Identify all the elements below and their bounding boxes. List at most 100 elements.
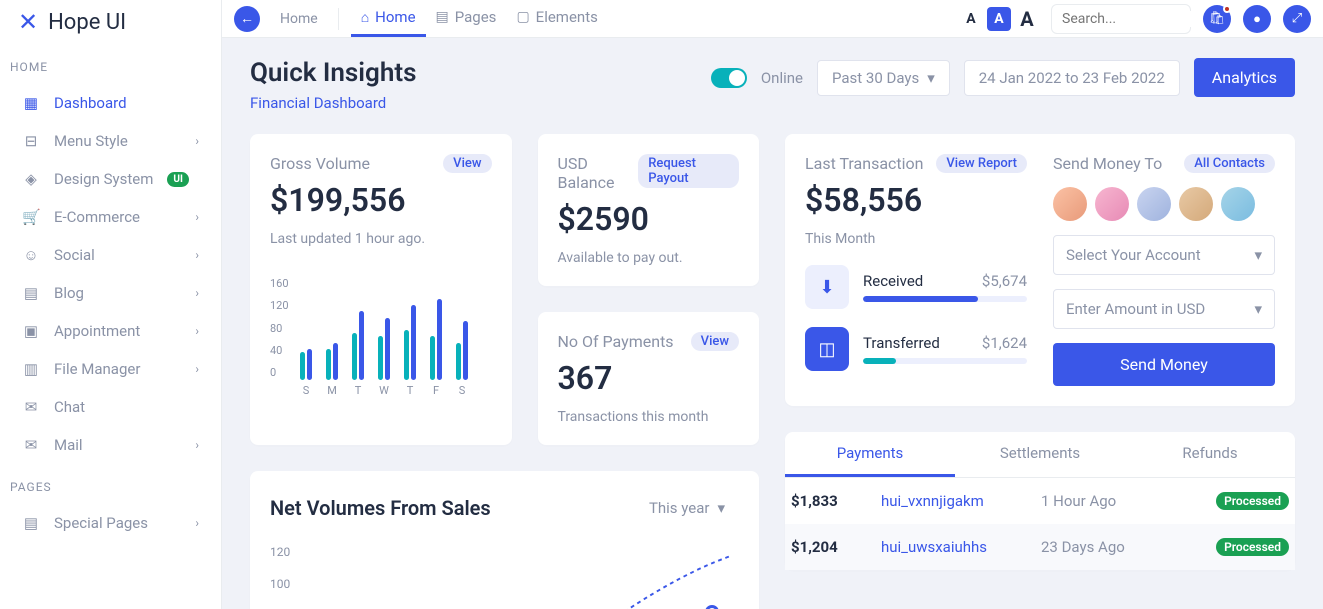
avatar[interactable] xyxy=(1221,187,1255,221)
sidebar-item-menu-style[interactable]: ⊟ Menu Style › xyxy=(0,122,221,160)
sidebar-item-appointment[interactable]: ▣Appointment› xyxy=(0,312,221,350)
contact-avatars xyxy=(1053,187,1275,221)
nav-tab-elements[interactable]: ▢Elements xyxy=(506,0,607,37)
payment-row[interactable]: $1,833hui_vxnnjigakm1 Hour AgoProcessed xyxy=(785,478,1295,524)
sidebar-item-label: Menu Style xyxy=(54,132,128,150)
font-medium-button[interactable]: A xyxy=(987,7,1011,31)
date-range-input[interactable]: 24 Jan 2022 to 23 Feb 2022 xyxy=(964,60,1180,96)
brand-icon: ✕ xyxy=(18,8,38,36)
net-period-select[interactable]: This year ▾ xyxy=(635,491,739,525)
sidebar-item-label: Mail xyxy=(54,436,83,454)
sidebar-item-file-manager[interactable]: ▥File Manager› xyxy=(0,350,221,388)
font-large-button[interactable]: A xyxy=(1015,7,1039,31)
received-value: $5,674 xyxy=(982,272,1027,290)
font-size-switcher: A A A xyxy=(959,7,1039,31)
sidebar-section-label: PAGES xyxy=(0,464,221,504)
avatar[interactable] xyxy=(1095,187,1129,221)
font-small-button[interactable]: A xyxy=(959,7,983,31)
gross-view-pill[interactable]: View xyxy=(443,154,491,173)
status-badge: Processed xyxy=(1216,492,1289,510)
avatar[interactable] xyxy=(1137,187,1171,221)
sidebar-item-social[interactable]: ☺Social› xyxy=(0,236,221,274)
page-subtitle[interactable]: Financial Dashboard xyxy=(250,94,416,112)
payments-tab-payments[interactable]: Payments xyxy=(785,432,955,477)
back-button[interactable]: ← xyxy=(234,6,260,32)
amount-select[interactable]: Enter Amount in USD▾ xyxy=(1053,289,1275,329)
payments-note: Transactions this month xyxy=(558,409,740,425)
online-label: Online xyxy=(761,69,803,87)
sidebar-item-label: Appointment xyxy=(54,322,140,340)
chevron-right-icon: › xyxy=(195,248,199,262)
sidebar-item-blog[interactable]: ▤Blog› xyxy=(0,274,221,312)
chevron-right-icon: › xyxy=(195,210,199,224)
last-trans-note: This Month xyxy=(805,231,1027,247)
account-select[interactable]: Select Your Account▾ xyxy=(1053,235,1275,275)
usd-value: $2590 xyxy=(558,200,740,238)
sidebar-item-special-pages[interactable]: ▤ Special Pages › xyxy=(0,504,221,542)
analytics-button[interactable]: Analytics xyxy=(1194,58,1295,97)
chevron-right-icon: › xyxy=(195,438,199,452)
page-title: Quick Insights xyxy=(250,58,416,88)
nav-tab-home[interactable]: ⌂Home xyxy=(351,0,426,37)
status-badge: Processed xyxy=(1216,538,1289,556)
chevron-right-icon: › xyxy=(195,134,199,148)
last-trans-value: $58,556 xyxy=(805,181,1027,219)
search-box[interactable]: ⌕ xyxy=(1051,4,1191,34)
chevron-right-icon: › xyxy=(195,324,199,338)
sidebar-item-label: Blog xyxy=(54,284,84,302)
breadcrumb[interactable]: Home xyxy=(272,11,326,27)
sidebar-section-label: HOME xyxy=(0,44,221,84)
ui-badge: UI xyxy=(167,172,189,187)
menu-icon: ▤ xyxy=(22,284,40,302)
payments-card: No Of Payments View 367 Transactions thi… xyxy=(538,312,760,445)
net-chart: 120100 xyxy=(270,545,739,609)
gross-volume-card: Gross Volume View $199,556 Last updated … xyxy=(250,134,512,445)
menu-icon: ☺ xyxy=(22,246,40,264)
chevron-down-icon: ▾ xyxy=(1254,246,1262,264)
nav-tab-pages[interactable]: ▤Pages xyxy=(426,0,507,37)
net-volumes-card: Net Volumes From Sales This year ▾ 12010… xyxy=(250,471,759,609)
online-toggle[interactable] xyxy=(711,68,747,88)
sidebar-item-design-system[interactable]: ◈Design SystemUI xyxy=(0,160,221,198)
chevron-right-icon: › xyxy=(195,516,199,530)
all-contacts-pill[interactable]: All Contacts xyxy=(1184,154,1275,173)
content: Quick Insights Financial Dashboard Onlin… xyxy=(222,38,1323,609)
menu-icon: ▤ xyxy=(22,514,40,532)
avatar[interactable] xyxy=(1179,187,1213,221)
chevron-down-icon: ▾ xyxy=(717,499,725,517)
sidebar-item-label: E-Commerce xyxy=(54,208,140,226)
download-icon: ⬇ xyxy=(805,265,849,309)
sidebar-item-mail[interactable]: ✉Mail› xyxy=(0,426,221,464)
avatar[interactable] xyxy=(1053,187,1087,221)
payment-id[interactable]: hui_uwsxaiuhhs xyxy=(881,538,1041,556)
usd-label: USD Balance xyxy=(558,154,639,192)
expand-button[interactable]: ⤢ xyxy=(1283,5,1311,33)
sidebar-item-label: Chat xyxy=(54,398,85,416)
payment-time: 1 Hour Ago xyxy=(1041,492,1216,510)
last-transaction-card: Last Transaction View Report $58,556 Thi… xyxy=(785,134,1295,406)
period-select[interactable]: Past 30 Days▾ xyxy=(817,60,950,96)
view-report-pill[interactable]: View Report xyxy=(936,154,1027,173)
menu-icon: ⊟ xyxy=(22,132,40,150)
cart-button[interactable]: 🛍 xyxy=(1203,5,1231,33)
menu-icon: ◈ xyxy=(22,170,40,188)
payments-view-pill[interactable]: View xyxy=(691,332,739,351)
request-payout-pill[interactable]: Request Payout xyxy=(638,154,739,188)
payments-tab-settlements[interactable]: Settlements xyxy=(955,432,1125,477)
payment-amount: $1,204 xyxy=(791,538,881,556)
menu-icon: 🛒 xyxy=(22,208,40,226)
gross-note: Last updated 1 hour ago. xyxy=(270,231,492,247)
payments-tab-refunds[interactable]: Refunds xyxy=(1125,432,1295,477)
payments-table-card: PaymentsSettlementsRefunds $1,833hui_vxn… xyxy=(785,432,1295,570)
sidebar-item-dashboard[interactable]: ▦Dashboard xyxy=(0,84,221,122)
sidebar-item-chat[interactable]: ✉ Chat xyxy=(0,388,221,426)
payment-row[interactable]: $1,204hui_uwsxaiuhhs23 Days AgoProcessed xyxy=(785,524,1295,570)
menu-icon: ✉ xyxy=(22,398,40,416)
user-button[interactable]: ● xyxy=(1243,5,1271,33)
send-money-button[interactable]: Send Money xyxy=(1053,343,1275,386)
payment-id[interactable]: hui_vxnnjigakm xyxy=(881,492,1041,510)
sidebar-item-label: Special Pages xyxy=(54,514,148,532)
sidebar-item-e-commerce[interactable]: 🛒 E-Commerce › xyxy=(0,198,221,236)
net-title: Net Volumes From Sales xyxy=(270,496,491,520)
wallet-icon: ◫ xyxy=(805,327,849,371)
